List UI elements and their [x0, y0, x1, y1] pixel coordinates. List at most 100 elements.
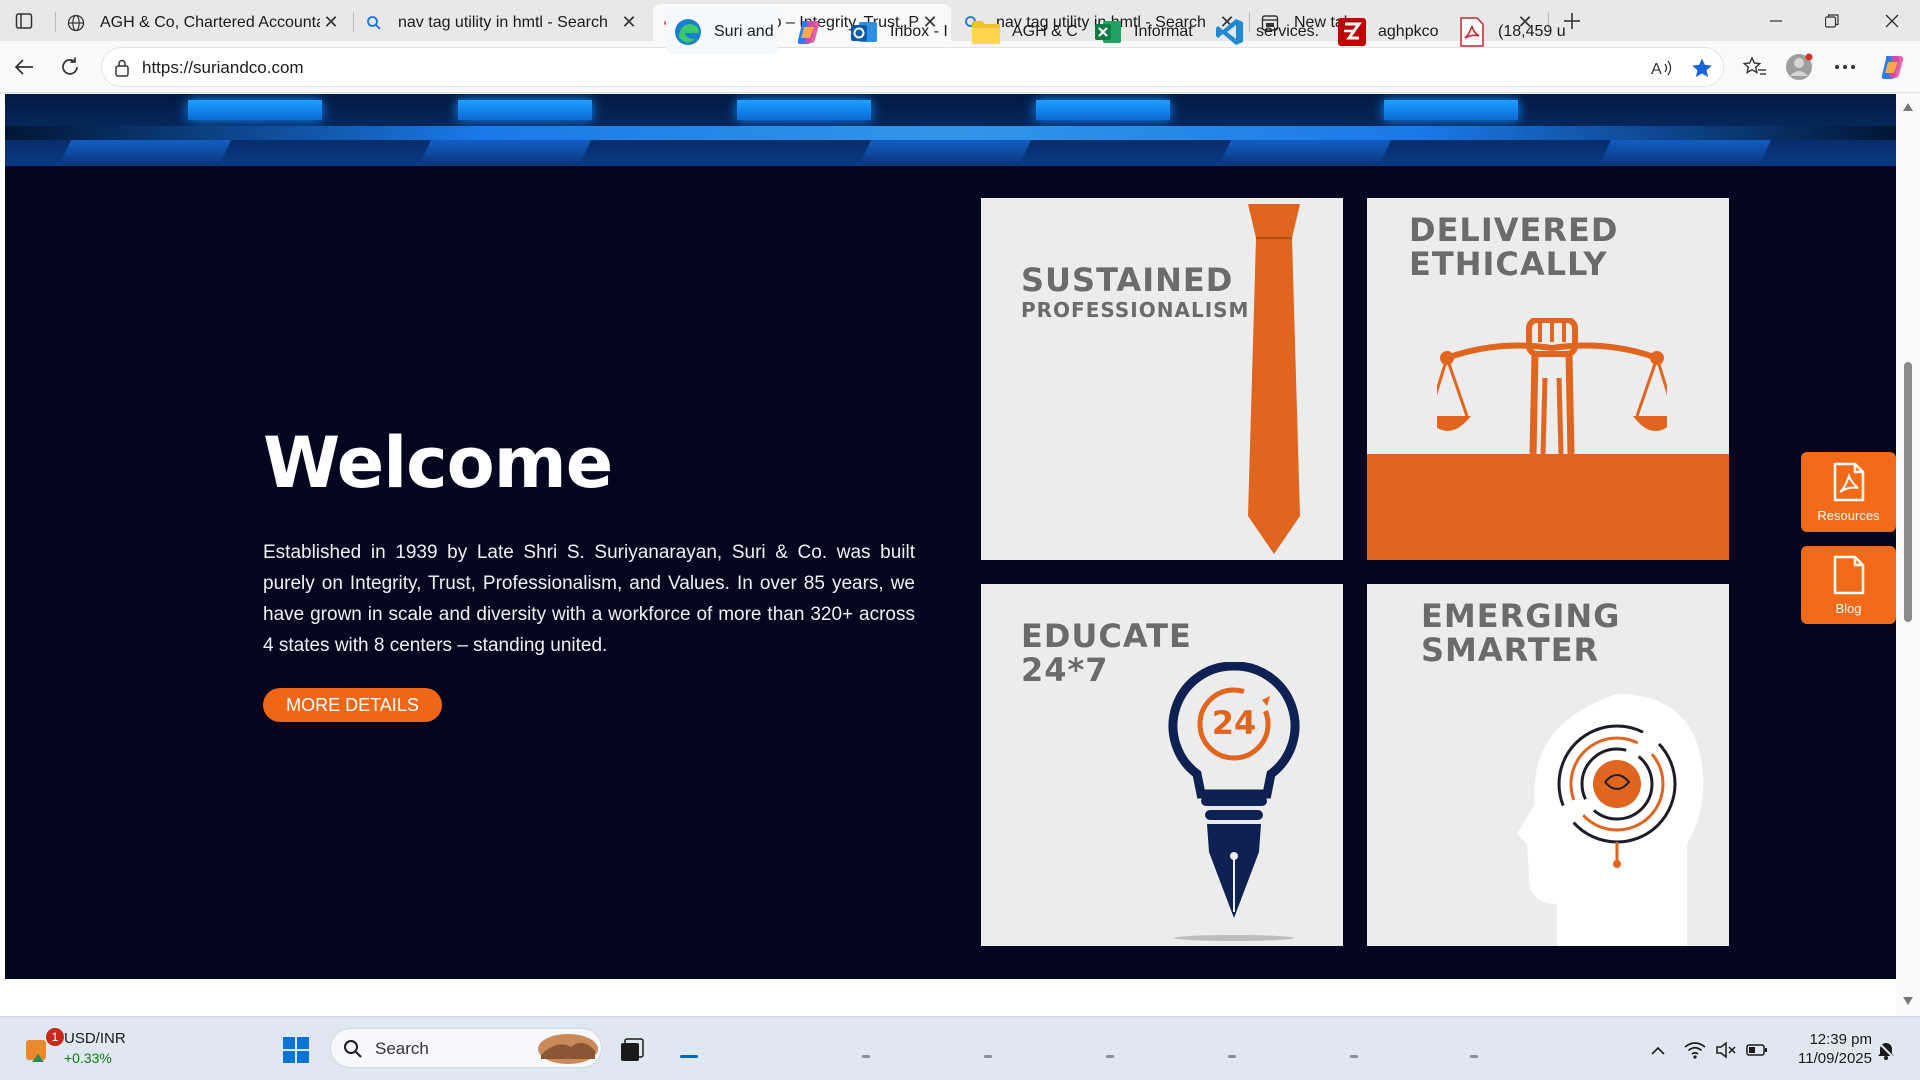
clock-date: 11/09/2025	[1798, 1050, 1872, 1067]
pdf-file-icon	[1833, 462, 1864, 501]
widget-badge: 1	[46, 1028, 64, 1046]
intro-paragraph: Established in 1939 by Late Shri S. Suri…	[263, 542, 915, 656]
card-subtitle: 24*7	[1021, 651, 1109, 689]
pdf-icon	[1456, 16, 1488, 48]
taskbar-search-input[interactable]: Search	[330, 1028, 602, 1068]
tab-label: nav tag utility in hmtl - Search	[398, 13, 608, 31]
tab-strip: AGH & Co, Chartered Accountants ✕ nav ta…	[0, 0, 1920, 41]
document-icon	[1833, 555, 1864, 594]
page-scrollbar[interactable]	[1896, 94, 1920, 1016]
close-tab-icon[interactable]: ✕	[618, 12, 640, 34]
taskbar-app-outlook[interactable]: Inbox - I	[848, 10, 958, 54]
card-title: EMERGING	[1421, 597, 1621, 635]
start-button[interactable]	[278, 1032, 314, 1068]
refresh-icon	[62, 57, 78, 75]
taskbar-app-label: AGH & C	[1012, 23, 1078, 40]
scrollbar-thumb[interactable]	[1904, 362, 1912, 622]
head-brain-icon	[1517, 694, 1704, 946]
taskbar-app-explorer[interactable]: AGH & C	[970, 10, 1080, 54]
notifications-button[interactable]	[1874, 1038, 1898, 1062]
search-icon	[364, 13, 384, 33]
profile-button[interactable]	[1781, 49, 1817, 85]
taskbar-app-filezilla[interactable]: aghpkco	[1336, 10, 1446, 54]
more-dots-icon	[1835, 65, 1855, 69]
tab-actions-button[interactable]	[0, 0, 48, 41]
taskbar-app-pdf[interactable]: (18,459 u	[1456, 10, 1566, 54]
clock[interactable]: 12:39 pm 11/09/2025	[1782, 1030, 1872, 1070]
search-highlight-image	[538, 1034, 598, 1064]
card-sustained-professionalism: SUSTAINED PROFESSIONALISM	[981, 198, 1343, 560]
favorites-button[interactable]	[1737, 49, 1773, 85]
system-tray-status[interactable]	[1684, 1038, 1768, 1062]
card-title: DELIVERED	[1409, 211, 1619, 249]
tab-search-1[interactable]: nav tag utility in hmtl - Search ✕	[354, 4, 650, 41]
excel-icon	[1092, 16, 1124, 48]
settings-more-button[interactable]	[1827, 49, 1863, 85]
resources-button[interactable]: Resources	[1801, 452, 1896, 532]
chevron-up-icon	[1651, 1046, 1665, 1055]
card-title: SUSTAINED	[1021, 261, 1234, 299]
outlook-icon	[848, 16, 880, 48]
windows-icon	[283, 1037, 309, 1063]
scroll-down-icon[interactable]	[1902, 996, 1914, 1006]
close-window-button[interactable]	[1864, 0, 1920, 41]
edge-icon	[672, 16, 704, 48]
card-subtitle: SMARTER	[1421, 631, 1600, 669]
blog-button[interactable]: Blog	[1801, 546, 1896, 624]
task-view-icon	[621, 1038, 644, 1061]
refresh-button[interactable]	[52, 49, 88, 85]
task-view-button[interactable]	[614, 1032, 650, 1068]
restore-icon	[1825, 13, 1839, 28]
search-placeholder: Search	[375, 1039, 429, 1058]
more-details-button[interactable]: MORE DETAILS	[263, 688, 442, 722]
site-info-icon[interactable]	[114, 59, 130, 77]
taskbar-app-label: Suri and	[714, 23, 774, 40]
taskbar-app-edge[interactable]: Suri and	[666, 10, 778, 54]
taskbar-app-copilot[interactable]	[792, 10, 834, 54]
arrow-left-icon	[14, 59, 33, 75]
favorite-star-icon[interactable]	[1691, 57, 1713, 79]
currency-widget[interactable]: 1 USD/INR +0.33%	[18, 1026, 138, 1070]
scroll-up-icon[interactable]	[1902, 102, 1914, 112]
folder-icon	[970, 16, 1002, 48]
clock-badge: 24	[1211, 704, 1257, 742]
restore-button[interactable]	[1804, 0, 1860, 41]
card-delivered-ethically: DELIVERED ETHICALLY	[1367, 198, 1729, 560]
close-icon	[1885, 14, 1899, 27]
justice-scales-icon	[1437, 318, 1667, 455]
taskbar-app-excel[interactable]: Informat	[1092, 10, 1202, 54]
back-button[interactable]	[6, 49, 42, 85]
close-tab-icon[interactable]: ✕	[320, 12, 342, 34]
resources-label: Resources	[1817, 507, 1880, 523]
welcome-section: Welcome Established in 1939 by Late Shri…	[5, 94, 1896, 979]
favorites-icon	[1743, 56, 1766, 75]
card-emerging-smarter: EMERGING SMARTER	[1367, 584, 1729, 946]
tab-label: AGH & Co, Chartered Accountants	[100, 13, 320, 31]
avatar-icon	[1786, 53, 1813, 80]
taskbar-app-vscode[interactable]: services.	[1214, 10, 1324, 54]
tie-icon	[1248, 204, 1300, 554]
widget-change: +0.33%	[64, 1050, 112, 1066]
clock-time: 12:39 pm	[1809, 1031, 1872, 1048]
filezilla-icon	[1336, 16, 1368, 48]
tab-agh[interactable]: AGH & Co, Chartered Accountants ✕	[56, 4, 352, 41]
page-viewport: Welcome Established in 1939 by Late Shri…	[0, 94, 1920, 1016]
show-hidden-icons-button[interactable]	[1646, 1038, 1670, 1062]
volume-muted-icon	[1716, 1041, 1736, 1059]
taskbar-app-label: services.	[1256, 23, 1320, 40]
blog-label: Blog	[1835, 600, 1862, 616]
minimize-button[interactable]	[1748, 0, 1804, 41]
taskbar-app-label: aghpkco	[1378, 23, 1439, 40]
copilot-icon	[792, 16, 824, 48]
welcome-heading: Welcome	[263, 422, 613, 504]
card-educate-24-7: EDUCATE 24*7 24	[981, 584, 1343, 946]
taskbar-app-label: (18,459 u	[1498, 23, 1566, 40]
vscode-icon	[1214, 16, 1246, 48]
read-aloud-icon[interactable]: A	[1651, 58, 1673, 78]
taskbar-app-label: Inbox - I	[890, 23, 948, 40]
notification-bell-icon	[1877, 1041, 1895, 1060]
header-banner	[5, 94, 1896, 166]
widget-title: USD/INR	[64, 1030, 126, 1047]
copilot-button[interactable]	[1874, 49, 1910, 85]
tab-actions-icon	[15, 12, 33, 29]
